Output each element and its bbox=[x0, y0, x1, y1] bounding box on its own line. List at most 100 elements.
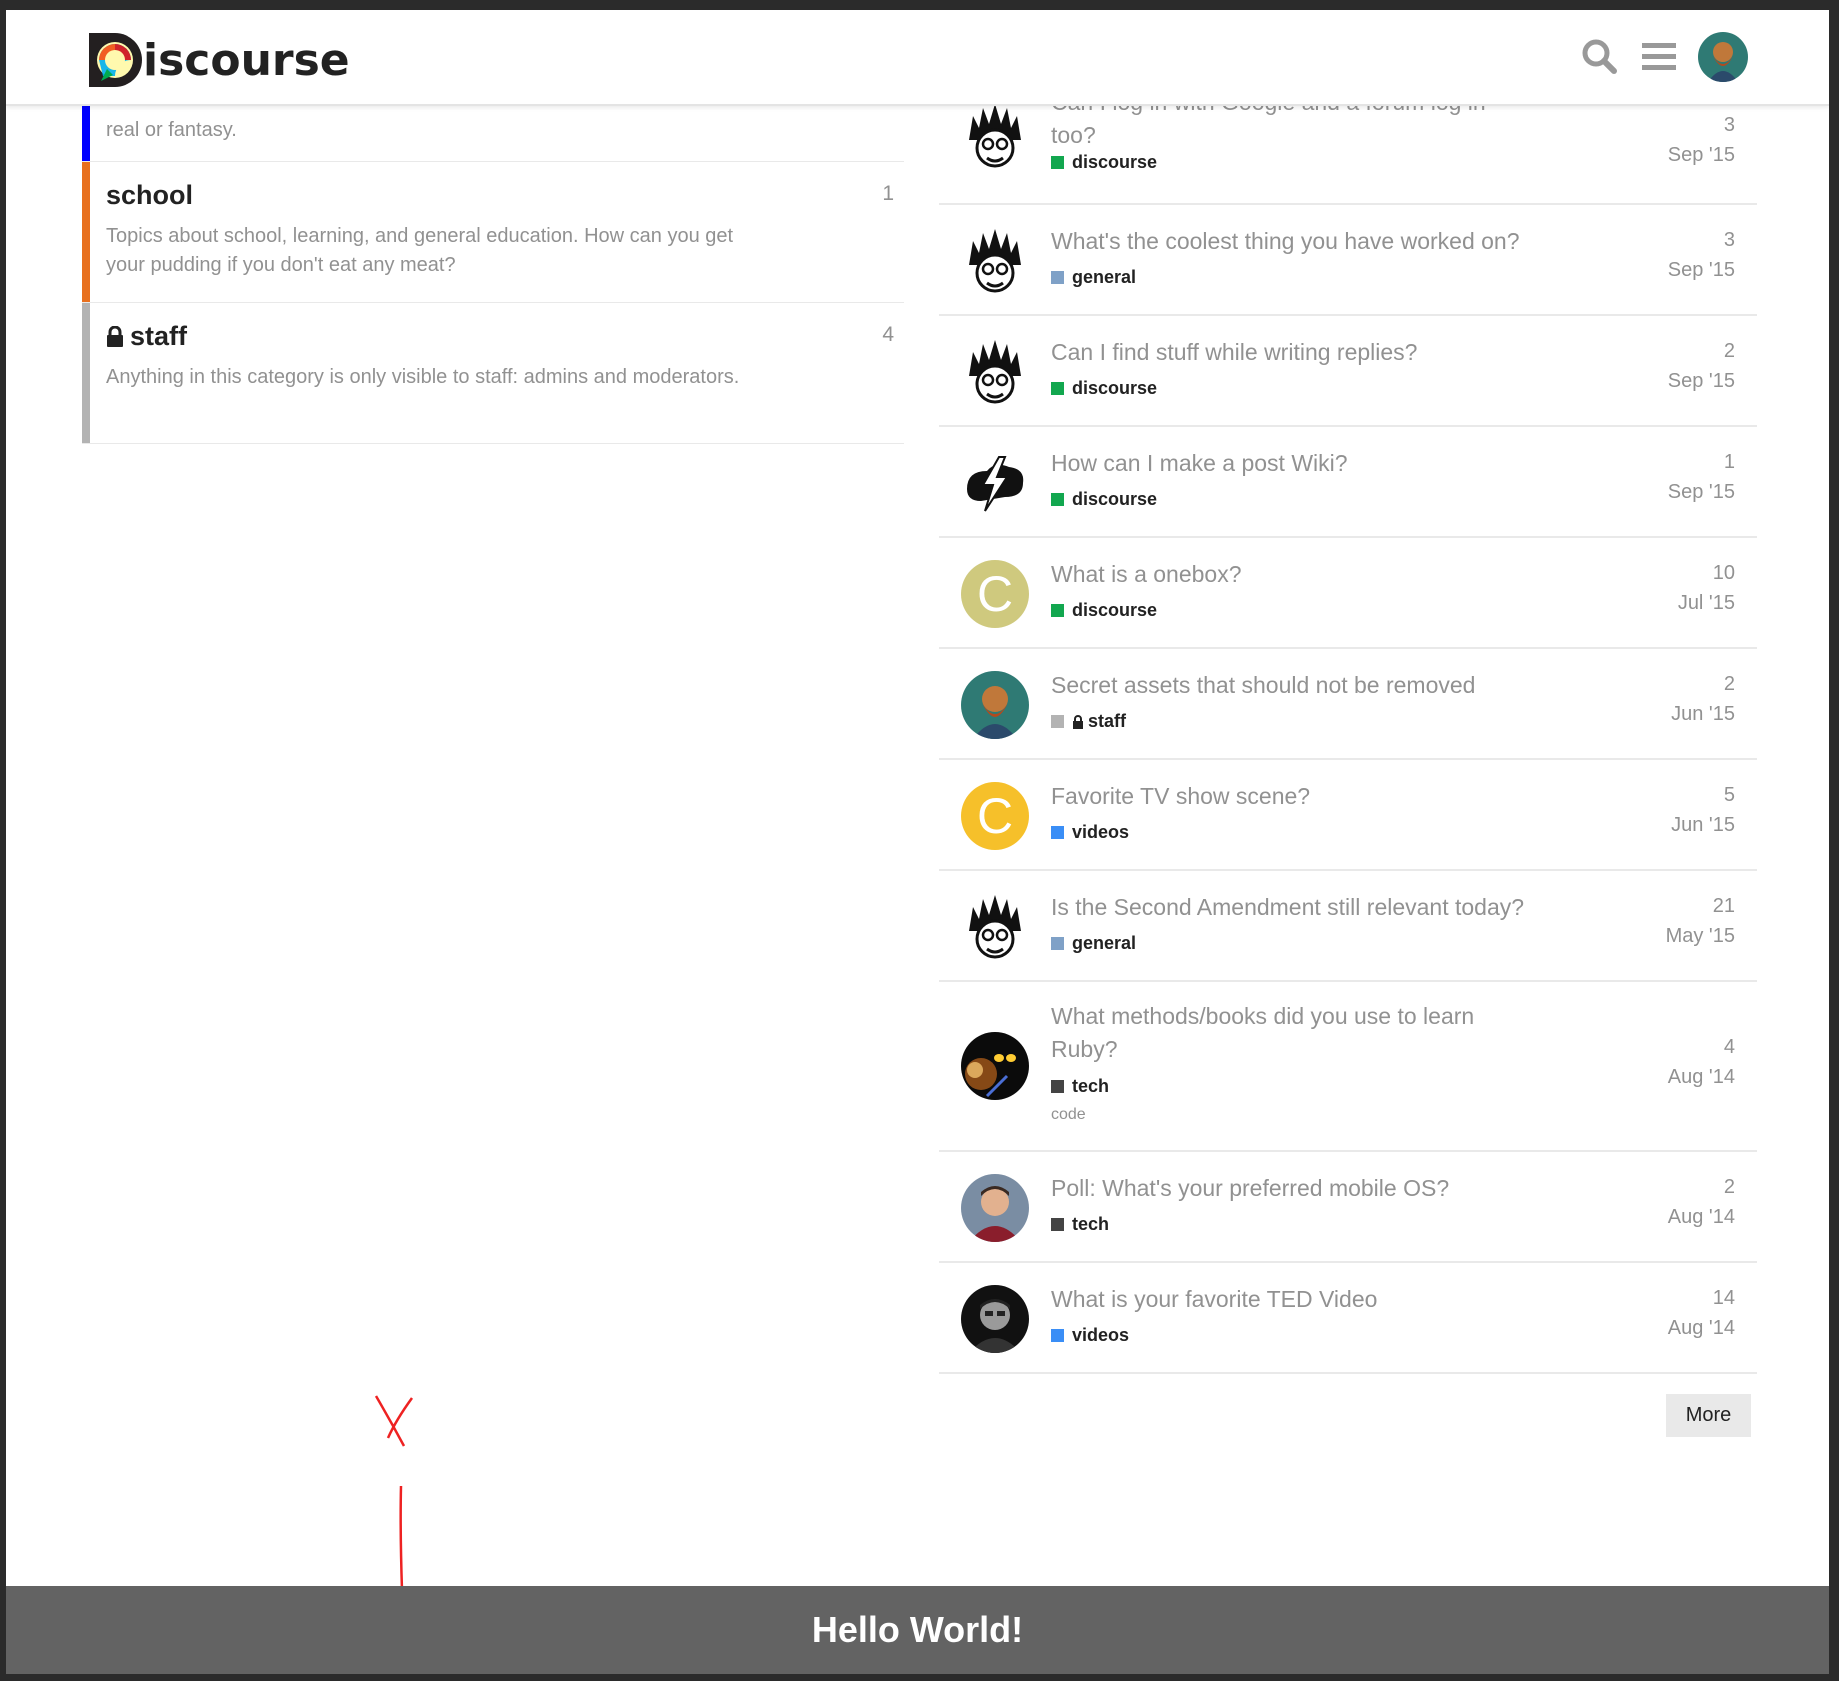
categories-list: real or fantasy. school 1 Topics about s… bbox=[82, 94, 904, 444]
category-badge-square bbox=[1051, 156, 1064, 169]
topic-row[interactable]: Poll: What's your preferred mobile OS? t… bbox=[939, 1152, 1757, 1263]
topic-category[interactable]: discourse bbox=[1051, 152, 1157, 173]
topic-category-label: general bbox=[1072, 267, 1137, 287]
hello-world-banner: Hello World! bbox=[6, 1586, 1829, 1674]
topic-activity-date[interactable]: Aug '14 bbox=[1668, 1317, 1735, 1340]
man-bw-photo-avatar[interactable] bbox=[961, 1285, 1029, 1353]
spiky-hair-avatar[interactable] bbox=[961, 893, 1029, 961]
category-name[interactable]: school bbox=[106, 180, 193, 211]
topic-category[interactable]: tech bbox=[1051, 1214, 1109, 1235]
red-annotation-mark bbox=[374, 1395, 414, 1590]
category-row[interactable]: school 1 Topics about school, learning, … bbox=[82, 162, 904, 303]
topic-title[interactable]: How can I make a post Wiki? bbox=[1051, 447, 1521, 480]
topic-row[interactable]: Is the Second Amendment still relevant t… bbox=[939, 871, 1757, 982]
topic-category-label: staff bbox=[1088, 711, 1127, 731]
latest-topics-list: Can I log in with Google and a forum log… bbox=[939, 89, 1757, 1374]
topic-row[interactable]: C Favorite TV show scene? videos 5 Jun '… bbox=[939, 760, 1757, 871]
topic-category[interactable]: discourse bbox=[1051, 600, 1157, 621]
letter-c-avatar[interactable]: C bbox=[961, 782, 1029, 850]
topic-category-label: videos bbox=[1072, 822, 1130, 842]
topic-category-label: discourse bbox=[1072, 152, 1158, 172]
topic-posts-count: 3 bbox=[1723, 114, 1735, 136]
topic-posts-count: 14 bbox=[1712, 1287, 1735, 1309]
topic-activity-date[interactable]: Sep '15 bbox=[1668, 144, 1735, 167]
topic-row[interactable]: Can I log in with Google and a forum log… bbox=[939, 89, 1757, 205]
topic-activity-date[interactable]: Jul '15 bbox=[1678, 592, 1735, 615]
topic-row[interactable]: What methods/books did you use to learn … bbox=[939, 982, 1757, 1152]
more-topics-button[interactable]: More bbox=[1666, 1394, 1751, 1437]
topic-category[interactable]: discourse bbox=[1051, 378, 1157, 399]
lock-icon bbox=[107, 325, 123, 347]
topic-posts-count: 5 bbox=[1723, 784, 1735, 806]
category-badge-square bbox=[1051, 271, 1064, 284]
topic-title[interactable]: Is the Second Amendment still relevant t… bbox=[1051, 891, 1571, 924]
spiky-hair-avatar[interactable] bbox=[961, 102, 1029, 170]
category-description: real or fantasy. bbox=[106, 119, 237, 141]
topic-title[interactable]: Favorite TV show scene? bbox=[1051, 780, 1521, 813]
logo-text: iscourse bbox=[143, 34, 350, 86]
category-badge-square bbox=[1051, 382, 1064, 395]
topic-posts-count: 4 bbox=[1723, 1036, 1735, 1058]
category-name-wrap[interactable]: staff bbox=[106, 321, 187, 352]
topic-title[interactable]: What is your favorite TED Video bbox=[1051, 1283, 1521, 1316]
category-row[interactable]: real or fantasy. bbox=[82, 94, 904, 162]
category-badge-square bbox=[1051, 1218, 1064, 1231]
topic-tag[interactable]: code bbox=[1051, 1106, 1086, 1124]
topic-category[interactable]: discourse bbox=[1051, 489, 1157, 510]
category-color-bar bbox=[82, 303, 90, 443]
topic-title[interactable]: What's the coolest thing you have worked… bbox=[1051, 225, 1571, 258]
topic-activity-date[interactable]: May '15 bbox=[1666, 925, 1735, 948]
category-topic-count: 1 bbox=[882, 182, 894, 205]
topic-activity-date[interactable]: Sep '15 bbox=[1668, 370, 1735, 393]
topic-posts-count: 10 bbox=[1712, 562, 1735, 584]
category-name: staff bbox=[130, 321, 188, 351]
user-avatar[interactable] bbox=[1698, 32, 1748, 82]
avatar-letter: C bbox=[976, 566, 1014, 622]
category-badge-square bbox=[1051, 604, 1064, 617]
topic-row[interactable]: C What is a onebox? discourse 10 Jul '15 bbox=[939, 538, 1757, 649]
topic-category-label: tech bbox=[1072, 1214, 1110, 1234]
topic-category[interactable]: videos bbox=[1051, 1325, 1129, 1346]
topic-category-label: discourse bbox=[1072, 378, 1158, 398]
topic-category[interactable]: general bbox=[1051, 267, 1136, 288]
category-row[interactable]: staff 4 Anything in this category is onl… bbox=[82, 303, 904, 444]
topic-activity-date[interactable]: Jun '15 bbox=[1671, 814, 1735, 837]
topic-activity-date[interactable]: Aug '14 bbox=[1668, 1206, 1735, 1229]
topic-activity-date[interactable]: Aug '14 bbox=[1668, 1066, 1735, 1089]
topic-category-label: general bbox=[1072, 933, 1137, 953]
topic-row[interactable]: Can I find stuff while writing replies? … bbox=[939, 316, 1757, 427]
topic-activity-date[interactable]: Jun '15 bbox=[1671, 703, 1735, 726]
banner-text: Hello World! bbox=[811, 1609, 1024, 1650]
topic-category[interactable]: videos bbox=[1051, 822, 1129, 843]
topic-category[interactable]: tech bbox=[1051, 1076, 1109, 1097]
topic-category[interactable]: staff bbox=[1051, 711, 1126, 732]
topic-title[interactable]: Can I find stuff while writing replies? bbox=[1051, 336, 1521, 369]
letter-c-avatar[interactable]: C bbox=[961, 560, 1029, 628]
bolt-logo-avatar[interactable] bbox=[961, 449, 1029, 517]
topic-title[interactable]: What is a onebox? bbox=[1051, 558, 1521, 591]
topic-category[interactable]: general bbox=[1051, 933, 1136, 954]
topic-row[interactable]: What is your favorite TED Video videos 1… bbox=[939, 1263, 1757, 1374]
topic-title[interactable]: Secret assets that should not be removed bbox=[1051, 669, 1571, 702]
category-topic-count: 4 bbox=[882, 323, 894, 346]
topic-row[interactable]: What's the coolest thing you have worked… bbox=[939, 205, 1757, 316]
topic-activity-date[interactable]: Sep '15 bbox=[1668, 481, 1735, 504]
topic-title[interactable]: What methods/books did you use to learn … bbox=[1051, 1000, 1521, 1066]
hamburger-menu-icon[interactable] bbox=[1639, 36, 1679, 76]
category-badge-square bbox=[1051, 937, 1064, 950]
topic-activity-date[interactable]: Sep '15 bbox=[1668, 259, 1735, 282]
topic-row[interactable]: How can I make a post Wiki? discourse 1 … bbox=[939, 427, 1757, 538]
portrait-avatar[interactable] bbox=[961, 671, 1029, 739]
man-photo-avatar[interactable] bbox=[961, 1174, 1029, 1242]
discourse-logo[interactable]: iscourse bbox=[85, 27, 350, 93]
spiky-hair-avatar[interactable] bbox=[961, 338, 1029, 406]
browser-viewport: iscourse real or fantasy. school 1 Topic… bbox=[6, 10, 1829, 1674]
dark-figure-avatar[interactable] bbox=[961, 1032, 1029, 1100]
topic-title[interactable]: Poll: What's your preferred mobile OS? bbox=[1051, 1172, 1571, 1205]
category-description: Topics about school, learning, and gener… bbox=[106, 225, 734, 276]
spiky-hair-avatar[interactable] bbox=[961, 227, 1029, 295]
topic-posts-count: 1 bbox=[1723, 451, 1735, 473]
category-badge-square bbox=[1051, 1080, 1064, 1093]
topic-row[interactable]: Secret assets that should not be removed… bbox=[939, 649, 1757, 760]
search-icon[interactable] bbox=[1579, 36, 1619, 76]
